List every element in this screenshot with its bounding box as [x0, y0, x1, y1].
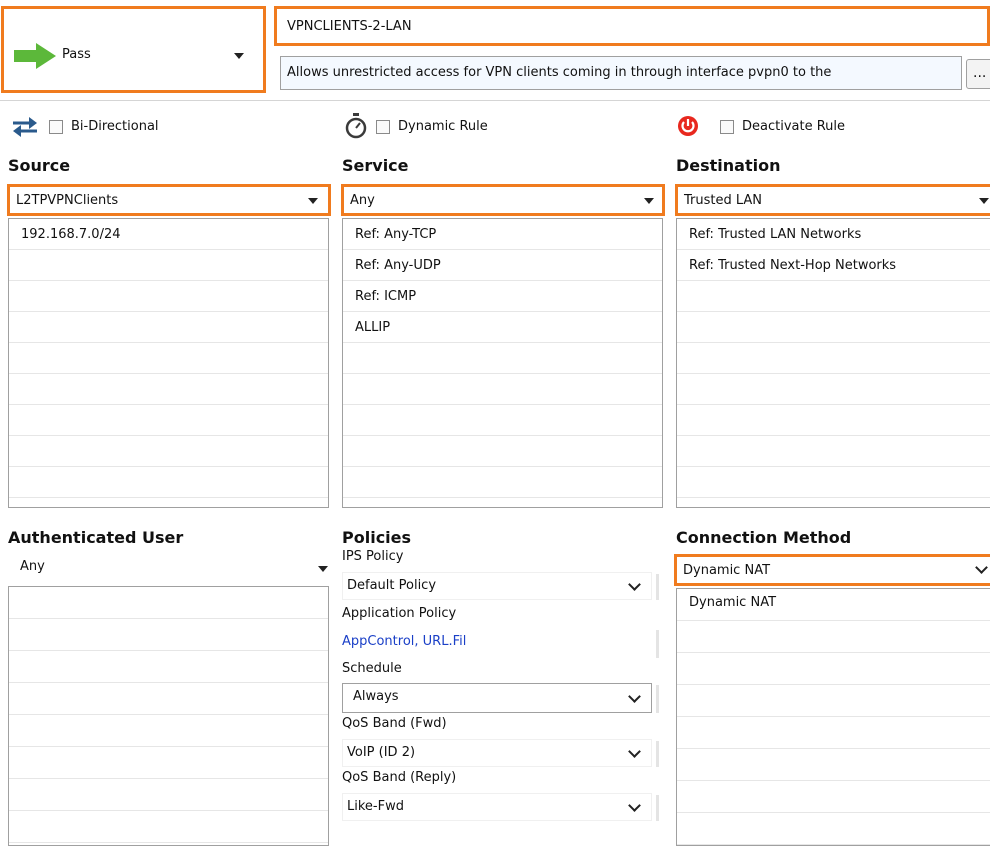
qos-reply-select[interactable]: Like-Fwd: [342, 793, 652, 821]
chevron-down-icon: [234, 53, 244, 59]
destination-title: Destination: [676, 156, 781, 175]
chevron-down-icon: [644, 198, 654, 204]
divider: [656, 685, 659, 713]
list-item[interactable]: Ref: Any-UDP: [355, 258, 441, 273]
service-select[interactable]: Any: [341, 184, 665, 216]
chevron-down-icon: [318, 566, 328, 572]
header-divider: [0, 100, 990, 101]
divider: [656, 741, 659, 767]
source-select[interactable]: L2TPVPNClients: [7, 184, 331, 216]
description-field[interactable]: Allows unrestricted access for VPN clien…: [280, 56, 962, 90]
dynamic-rule-label: Dynamic Rule: [398, 119, 488, 134]
chevron-down-icon: [628, 578, 641, 591]
qos-fwd-label: QoS Band (Fwd): [342, 716, 447, 731]
connection-method-select[interactable]: Dynamic NAT: [674, 554, 990, 586]
qos-reply-label: QoS Band (Reply): [342, 770, 457, 785]
chevron-down-icon: [308, 198, 318, 204]
source-selected: L2TPVPNClients: [16, 193, 119, 208]
destination-list[interactable]: Ref: Trusted LAN Networks Ref: Trusted N…: [676, 218, 990, 508]
destination-selected: Trusted LAN: [684, 193, 763, 208]
chevron-down-icon: [628, 745, 641, 758]
auth-user-selected: Any: [20, 559, 45, 574]
power-icon: [678, 116, 698, 136]
rule-name-value: VPNCLIENTS-2-LAN: [287, 19, 412, 34]
connection-method-selected: Dynamic NAT: [683, 563, 771, 578]
connection-method-list[interactable]: Dynamic NAT: [676, 588, 990, 846]
list-item[interactable]: Dynamic NAT: [689, 595, 776, 610]
schedule-label: Schedule: [342, 661, 402, 676]
divider: [656, 630, 659, 658]
schedule-select[interactable]: Always: [342, 683, 652, 713]
source-title: Source: [8, 156, 71, 175]
application-policy-label: Application Policy: [342, 606, 457, 621]
qos-reply-value: Like-Fwd: [347, 799, 404, 814]
qos-fwd-value: VoIP (ID 2): [347, 745, 416, 760]
divider: [656, 795, 659, 821]
action-label: Pass: [62, 47, 91, 62]
stopwatch-icon: [345, 113, 367, 139]
ips-policy-select[interactable]: Default Policy: [342, 572, 652, 600]
auth-user-title: Authenticated User: [8, 528, 184, 547]
chevron-down-icon: [628, 799, 641, 812]
auth-user-select[interactable]: Any: [8, 555, 332, 585]
service-list[interactable]: Ref: Any-TCP Ref: Any-UDP Ref: ICMP ALLI…: [342, 218, 663, 508]
pass-arrow-icon: [14, 43, 56, 69]
auth-user-list[interactable]: [8, 586, 329, 846]
dynamic-rule-checkbox[interactable]: [376, 120, 390, 134]
list-item[interactable]: Ref: Trusted LAN Networks: [689, 227, 861, 242]
service-selected: Any: [350, 193, 375, 208]
source-list[interactable]: 192.168.7.0/24: [8, 218, 329, 508]
deactivate-rule-label: Deactivate Rule: [742, 119, 846, 134]
chevron-down-icon: [979, 198, 989, 204]
qos-fwd-select[interactable]: VoIP (ID 2): [342, 739, 652, 767]
action-select[interactable]: Pass: [1, 6, 266, 93]
list-item[interactable]: ALLIP: [355, 320, 390, 335]
bidirectional-checkbox[interactable]: [49, 120, 63, 134]
rule-name-input[interactable]: VPNCLIENTS-2-LAN: [274, 6, 990, 46]
list-item[interactable]: Ref: Trusted Next-Hop Networks: [689, 258, 896, 273]
destination-select[interactable]: Trusted LAN: [675, 184, 990, 216]
schedule-value: Always: [353, 689, 399, 704]
description-more-button[interactable]: ...: [966, 59, 990, 89]
policies-title: Policies: [342, 528, 412, 547]
divider: [656, 574, 659, 600]
bidirectional-label: Bi-Directional: [71, 119, 159, 134]
list-item[interactable]: Ref: ICMP: [355, 289, 416, 304]
application-policy-value[interactable]: AppControl, URL.Fil: [342, 634, 466, 649]
description-value: Allows unrestricted access for VPN clien…: [287, 65, 832, 80]
list-item[interactable]: 192.168.7.0/24: [21, 227, 121, 242]
chevron-down-icon: [628, 690, 641, 703]
ips-policy-label: IPS Policy: [342, 549, 404, 564]
application-policy-field[interactable]: AppControl, URL.Fil: [342, 628, 652, 658]
connection-method-title: Connection Method: [676, 528, 852, 547]
list-item[interactable]: Ref: Any-TCP: [355, 227, 436, 242]
ips-policy-value: Default Policy: [347, 578, 437, 593]
deactivate-rule-checkbox[interactable]: [720, 120, 734, 134]
service-title: Service: [342, 156, 409, 175]
bidirectional-arrows-icon: [13, 117, 37, 137]
chevron-down-icon: [975, 561, 988, 574]
